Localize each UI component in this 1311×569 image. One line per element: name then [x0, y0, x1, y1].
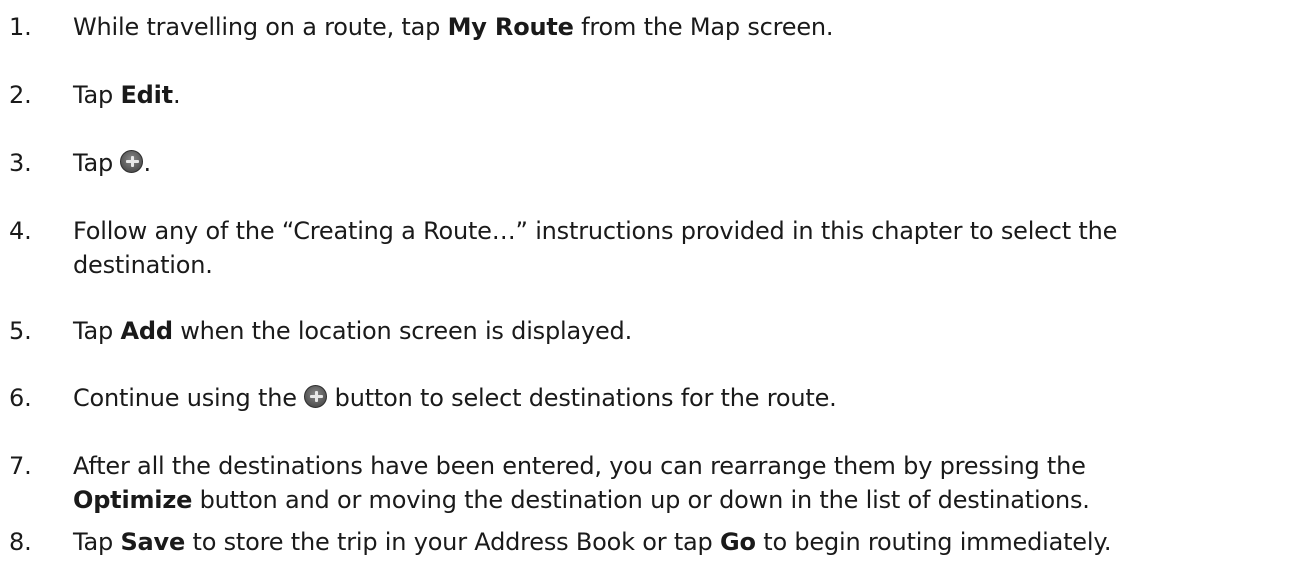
- step-number: 8.: [9, 528, 32, 556]
- ui-term-go: Go: [720, 528, 756, 556]
- step-text: After all the destinations have been ent…: [73, 452, 1090, 514]
- step-number: 6.: [9, 384, 32, 412]
- step-number: 2.: [9, 81, 32, 109]
- step-text: Continue using the button to select dest…: [73, 384, 837, 412]
- step-number: 3.: [9, 149, 32, 177]
- ui-term-add: Add: [120, 317, 173, 345]
- step-number: 7.: [9, 452, 32, 480]
- step-number: 1.: [9, 13, 32, 41]
- ui-term-optimize: Optimize: [73, 486, 193, 514]
- plus-circle-icon: [120, 150, 144, 173]
- step-text: While travelling on a route, tap My Rout…: [73, 13, 834, 41]
- step-number: 4.: [9, 217, 32, 245]
- plus-circle-icon: [304, 385, 328, 408]
- step-text: Tap Add when the location screen is disp…: [73, 317, 633, 345]
- step-text: Follow any of the “Creating a Route…” in…: [73, 217, 1118, 279]
- ui-term-edit: Edit: [120, 81, 173, 109]
- step-text: Tap Edit.: [73, 81, 181, 109]
- ui-term-save: Save: [120, 528, 186, 556]
- step-text: Tap Save to store the trip in your Addre…: [73, 528, 1112, 556]
- step-text: Tap .: [73, 149, 151, 177]
- step-number: 5.: [9, 317, 32, 345]
- ui-term-my-route: My Route: [447, 13, 574, 41]
